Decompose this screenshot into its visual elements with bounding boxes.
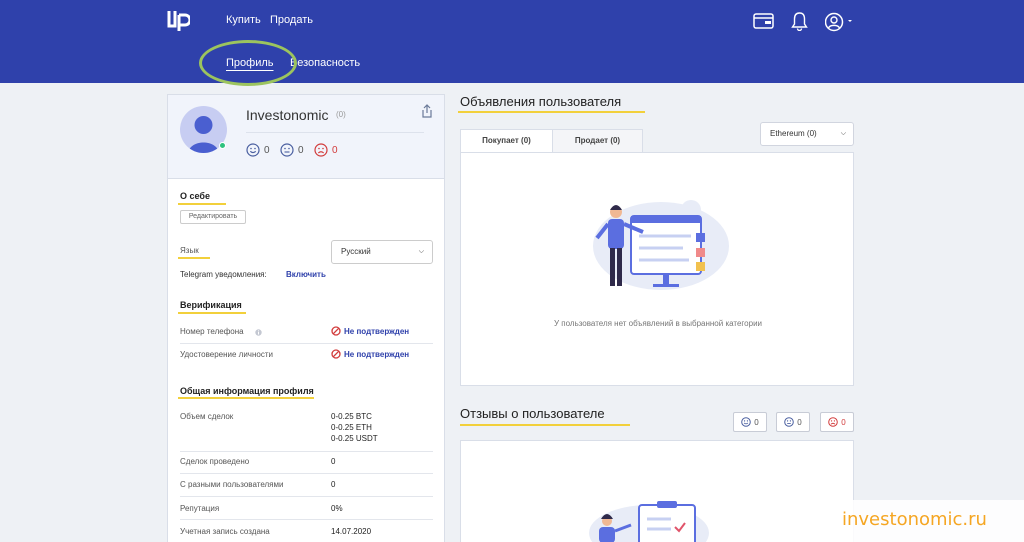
user-count: (0) (336, 110, 346, 119)
reviews-neutral-count: 0 (797, 417, 802, 427)
ads-panel: У пользователя нет объявлений в выбранно… (460, 152, 854, 386)
wallet-icon[interactable] (753, 13, 774, 29)
chevron-down-icon: ⌵ (418, 248, 424, 255)
divider (180, 343, 433, 344)
volume-label: Объем сделок (180, 412, 234, 421)
top-navigation-bar: Купить Продать Профиль Безопасность (0, 0, 1024, 83)
highlight-underline (178, 203, 226, 205)
language-select[interactable]: Русский ⌵ (331, 240, 433, 264)
highlight-underline (178, 257, 210, 259)
reviews-positive-badge[interactable]: 0 (733, 412, 767, 432)
language-label: Язык (180, 246, 199, 255)
volume-usdt: 0-0.25 USDT (331, 434, 378, 443)
partners-label: С разными пользователями (180, 480, 284, 489)
empty-ads-illustration (593, 200, 729, 290)
neutral-face-icon (784, 417, 795, 427)
reputation-label: Репутация (180, 504, 220, 513)
profile-card: Investonomic (0) 0 0 0 О себе Редактиров… (167, 94, 445, 542)
reputation-value: 0% (331, 504, 343, 513)
chevron-down-icon: ⌵ (840, 130, 846, 137)
blocked-icon (331, 326, 341, 336)
divider (180, 496, 433, 497)
reviews-negative-count: 0 (841, 417, 846, 427)
reviews-title: Отзывы о пользователе (460, 406, 605, 421)
highlight-underline (460, 424, 630, 426)
language-select-value: Русский (341, 247, 371, 256)
phone-status: Не подтвержден (331, 326, 409, 336)
divider (180, 451, 433, 452)
phone-label: Номер телефона (180, 327, 244, 336)
rating-negative: 0 (314, 143, 338, 157)
phone-status-text: Не подтвержден (344, 326, 410, 336)
telegram-enable-link[interactable]: Включить (286, 270, 326, 279)
id-status-text: Не подтвержден (344, 349, 410, 359)
rating-negative-count: 0 (332, 144, 338, 156)
divider (180, 473, 433, 474)
highlight-annotation (199, 40, 297, 86)
verification-title: Верификация (180, 300, 242, 310)
blocked-icon (331, 349, 341, 359)
crypto-select-value: Ethereum (0) (770, 129, 817, 138)
highlight-underline (178, 312, 246, 314)
share-icon[interactable] (421, 104, 433, 119)
profile-header: Investonomic (0) 0 0 0 (168, 95, 444, 179)
volume-btc: 0-0.25 BTC (331, 412, 372, 421)
nav-sell[interactable]: Продать (270, 14, 313, 26)
divider (246, 132, 424, 133)
tab-security[interactable]: Безопасность (290, 57, 360, 69)
deals-value: 0 (331, 457, 336, 466)
notifications-bell-icon[interactable] (791, 12, 808, 31)
highlight-underline (458, 111, 645, 113)
partners-value: 0 (331, 480, 336, 489)
tab-buying[interactable]: Покупает (0) (460, 129, 553, 153)
ads-title: Объявления пользователя (460, 94, 622, 109)
reviews-negative-badge[interactable]: 0 (820, 412, 854, 432)
telegram-label: Telegram уведомления: (180, 270, 267, 279)
tab-selling[interactable]: Продает (0) (552, 129, 643, 153)
rating-positive: 0 (246, 143, 270, 157)
smile-icon (246, 143, 260, 157)
user-account-icon[interactable] (825, 12, 853, 32)
divider (180, 519, 433, 520)
id-status: Не подтвержден (331, 349, 409, 359)
rating-positive-count: 0 (264, 144, 270, 156)
sad-face-icon (828, 417, 839, 427)
reviews-panel (460, 440, 854, 542)
neutral-face-icon (280, 143, 294, 157)
sad-face-icon (314, 143, 328, 157)
reviews-positive-count: 0 (754, 417, 759, 427)
created-label: Учетная запись создана (180, 527, 270, 536)
edit-about-button[interactable]: Редактировать (180, 210, 246, 224)
highlight-underline (178, 397, 314, 399)
username: Investonomic (246, 107, 329, 123)
rating-neutral: 0 (280, 143, 304, 157)
smile-icon (741, 417, 752, 427)
rating-neutral-count: 0 (298, 144, 304, 156)
online-status-dot (219, 142, 226, 149)
id-label: Удостоверение личности (180, 350, 273, 359)
empty-reviews-illustration (589, 501, 709, 542)
reviews-neutral-badge[interactable]: 0 (776, 412, 810, 432)
empty-ads-message: У пользователя нет объявлений в выбранно… (553, 319, 762, 328)
deals-label: Сделок проведено (180, 457, 250, 466)
info-icon[interactable] (255, 329, 262, 336)
about-title: О себе (180, 191, 210, 201)
brand-logo[interactable] (166, 9, 190, 33)
general-info-title: Общая информация профиля (180, 386, 314, 396)
nav-buy[interactable]: Купить (226, 14, 261, 26)
created-value: 14.07.2020 (331, 527, 372, 536)
volume-eth: 0-0.25 ETH (331, 423, 372, 432)
watermark: investonomic.ru (842, 509, 987, 530)
crypto-select[interactable]: Ethereum (0) ⌵ (760, 122, 854, 146)
